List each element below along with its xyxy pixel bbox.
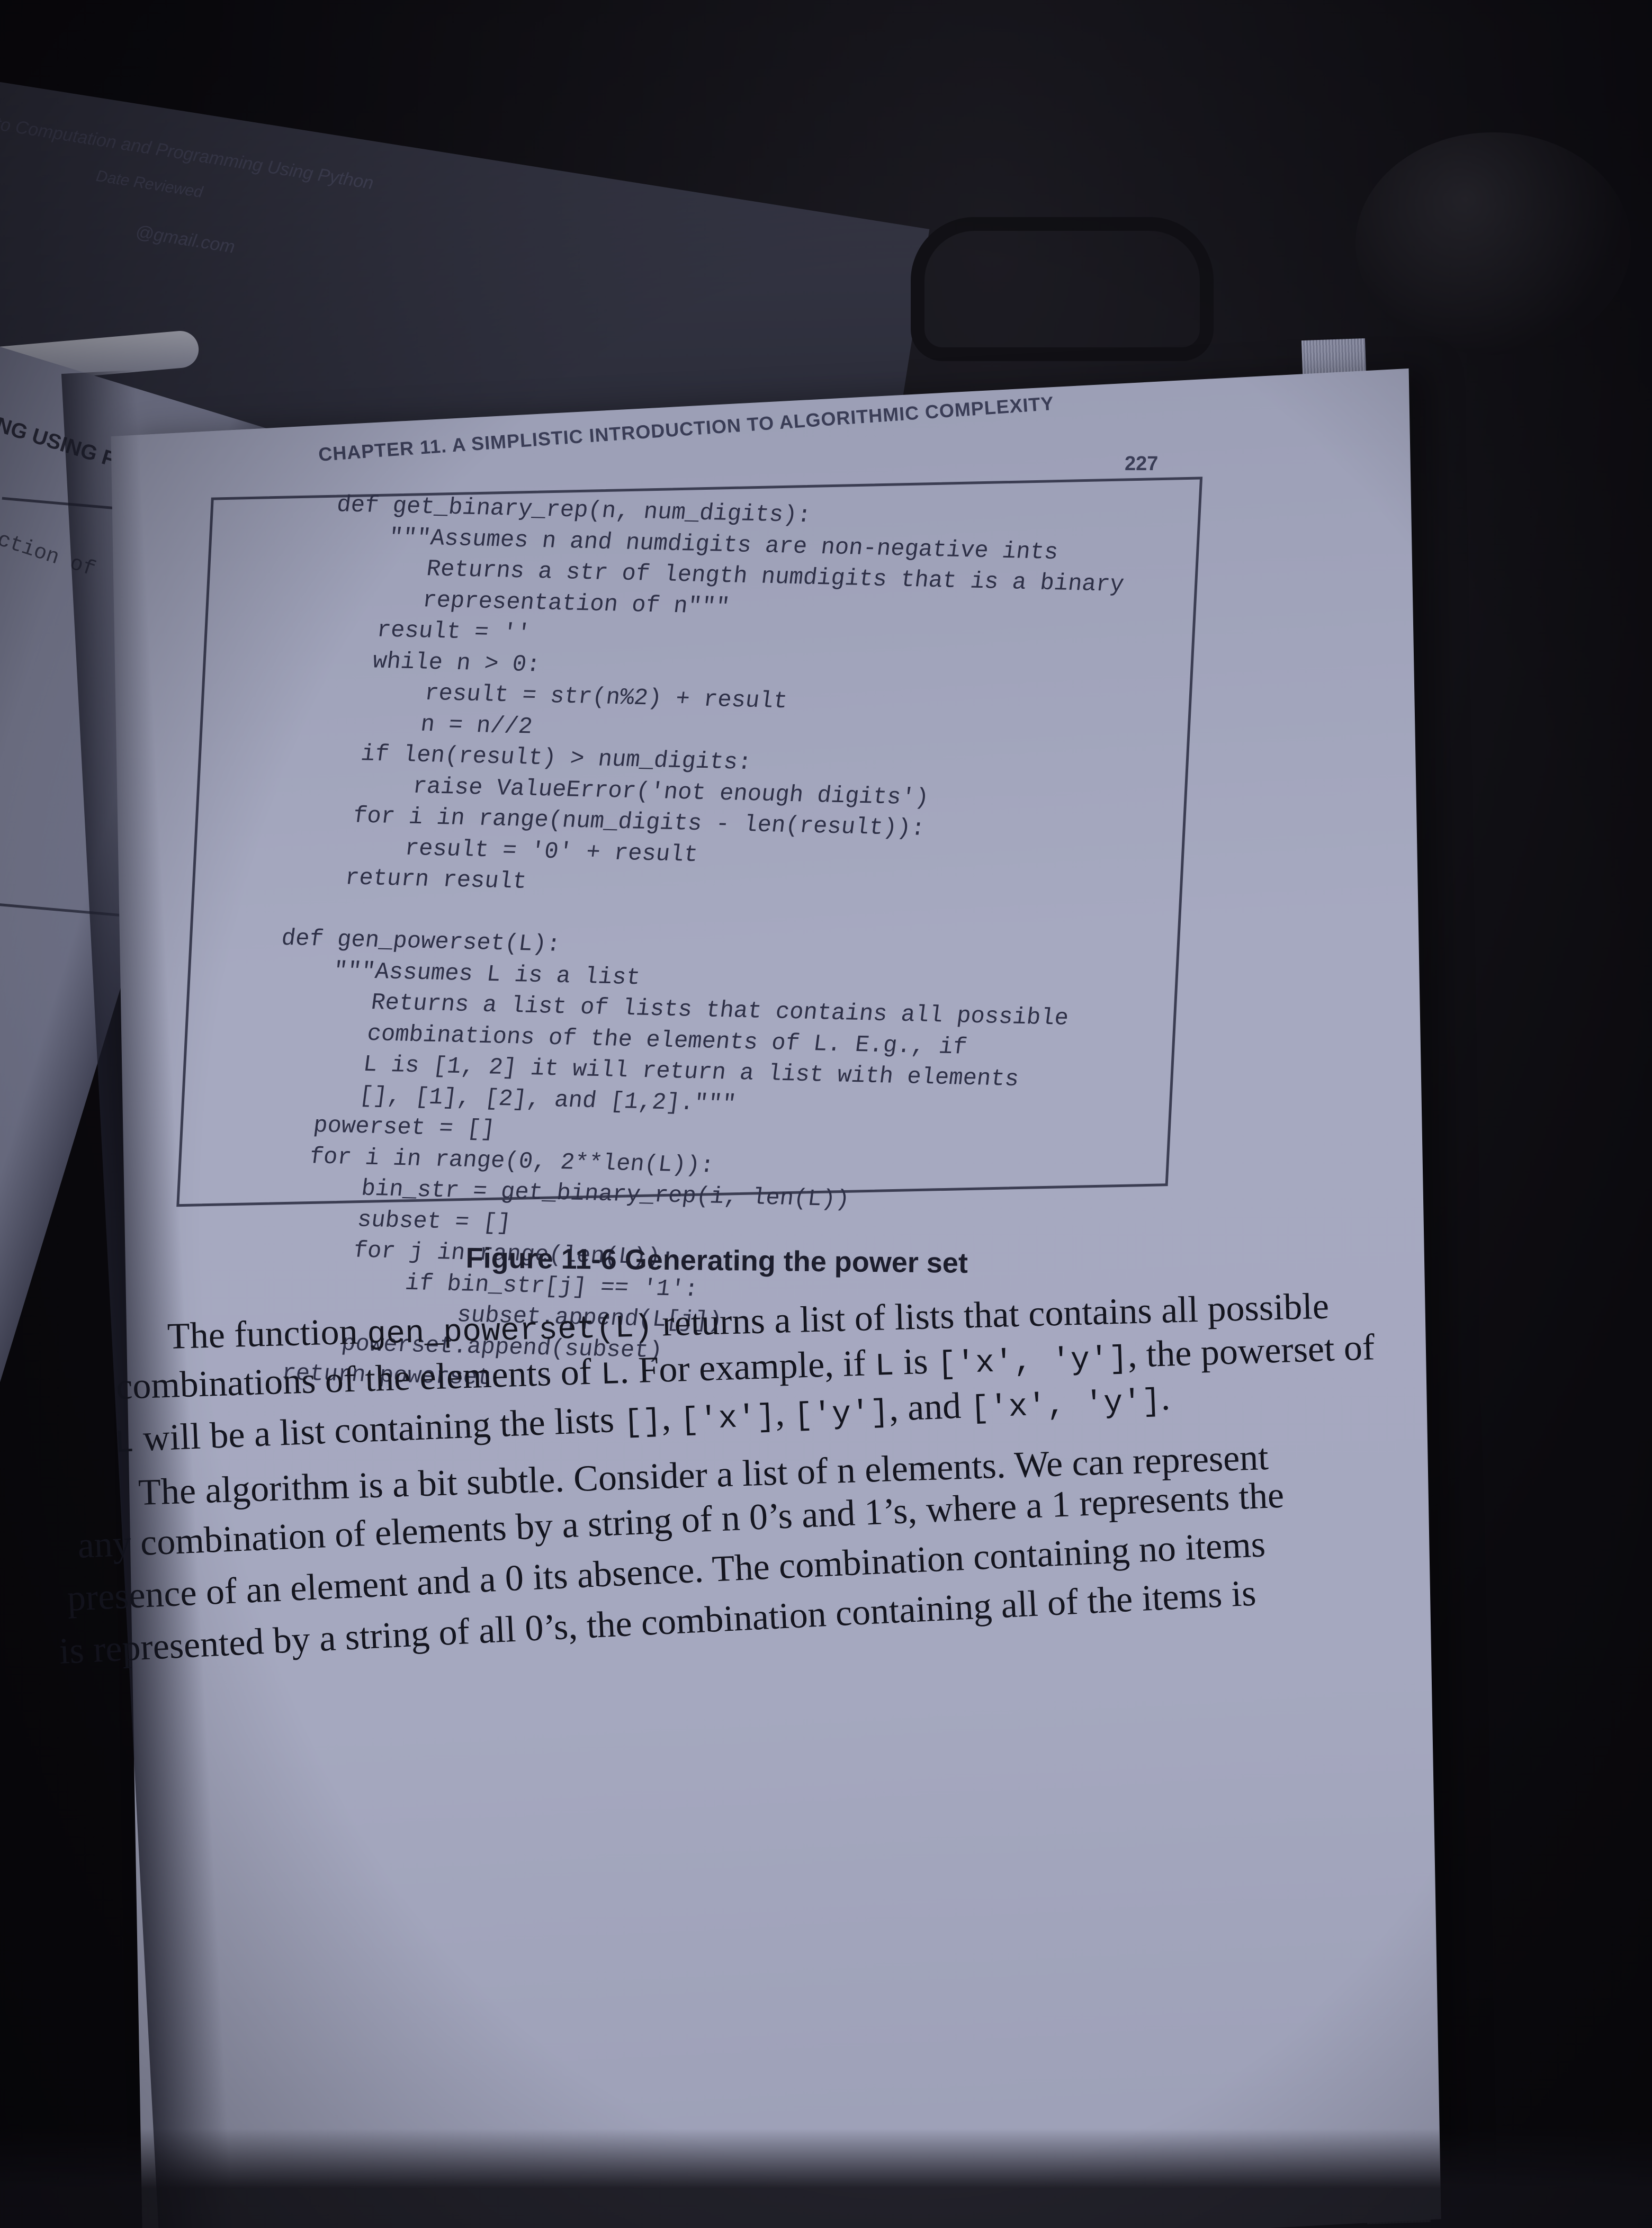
background-sheet-line: @gmail.com — [134, 221, 237, 257]
photo-scene: Introduction to Computation and Programm… — [0, 0, 1652, 2228]
lower-shadow — [0, 2128, 1652, 2228]
background-sheet-line: Introduction to Computation and Programm… — [0, 98, 375, 194]
eyeglasses — [911, 217, 1214, 361]
background-sheet-line: Date Reviewed — [95, 167, 204, 202]
background-object — [1355, 132, 1631, 355]
page-number: 227 — [1125, 453, 1159, 475]
figure-caption: Figure 11-6 Generating the power set — [465, 1242, 968, 1279]
